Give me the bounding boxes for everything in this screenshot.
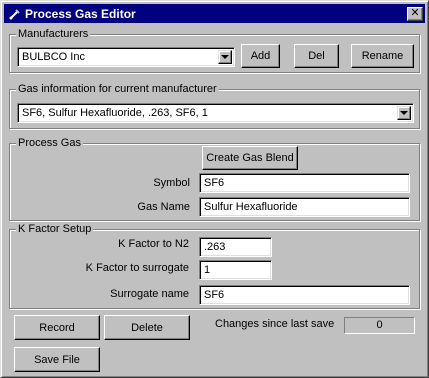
manufacturer-select-value: BULBCO Inc [22,51,85,63]
changes-since-save-label: Changes since last save [215,318,335,330]
gas-info-group-label: Gas information for current manufacturer [16,82,219,96]
k-factor-n2-input[interactable]: .263 [199,237,272,257]
changes-count: 0 [344,317,415,334]
create-gas-blend-button[interactable]: Create Gas Blend [202,146,298,170]
save-file-button[interactable]: Save File [14,347,100,372]
manufacturers-group-label: Manufacturers [16,27,91,41]
process-gas-group-label: Process Gas [16,136,83,150]
close-button[interactable]: ✕ [407,6,423,21]
chevron-down-icon[interactable] [218,50,232,64]
surrogate-name-label: Surrogate name [110,288,189,300]
gas-name-input[interactable]: Sulfur Hexafluoride [199,197,410,217]
delete-manufacturer-button[interactable]: Del [294,44,339,68]
window-title: Process Gas Editor [25,6,136,21]
k-factor-surrogate-label: K Factor to surrogate [85,262,189,274]
gas-info-select-value: SF6, Sulfur Hexafluoride, .263, SF6, 1 [22,107,208,119]
gas-cylinder-icon [7,6,23,22]
manufacturer-select[interactable]: BULBCO Inc [17,47,235,67]
delete-button[interactable]: Delete [104,315,190,340]
k-factor-group-label: K Factor Setup [16,222,94,236]
add-manufacturer-button[interactable]: Add [241,44,280,68]
title-bar[interactable]: Process Gas Editor ✕ [4,4,425,23]
symbol-label: Symbol [153,177,190,189]
rename-manufacturer-button[interactable]: Rename [351,44,414,68]
chevron-down-icon[interactable] [397,106,411,120]
symbol-input[interactable]: SF6 [199,173,410,193]
process-gas-editor-window: Process Gas Editor ✕ Manufacturers BULBC… [0,0,429,378]
k-factor-surrogate-input[interactable]: 1 [199,260,272,280]
gas-name-label: Gas Name [137,201,190,213]
surrogate-name-input[interactable]: SF6 [199,285,410,305]
gas-info-select[interactable]: SF6, Sulfur Hexafluoride, .263, SF6, 1 [17,103,414,123]
k-factor-n2-label: K Factor to N2 [118,238,189,250]
record-button[interactable]: Record [14,315,100,340]
